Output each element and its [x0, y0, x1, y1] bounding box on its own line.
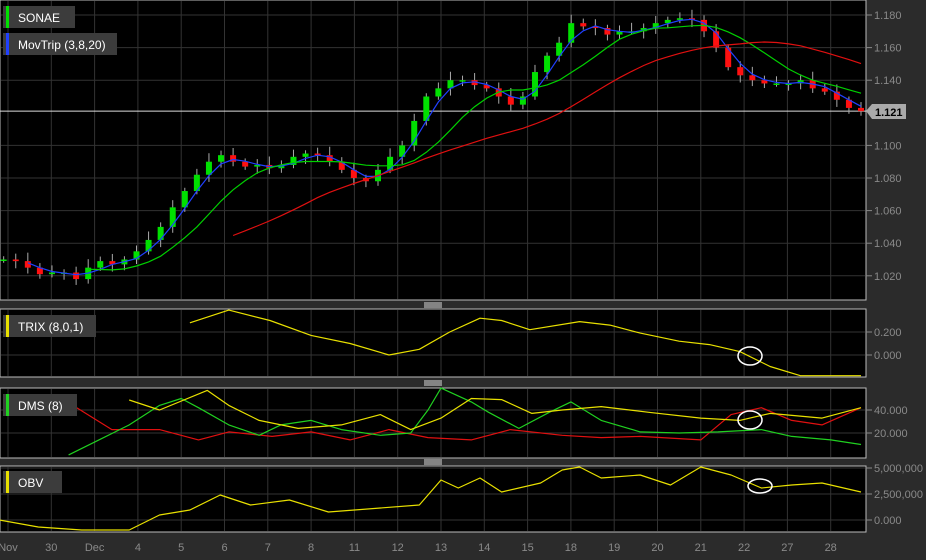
x-tick-label: 12: [392, 542, 404, 554]
y-tick-label: 1.140: [874, 75, 902, 87]
stock-chart[interactable]: 1.121 SONAE MovTrip (3,8,20) TRIX (8,0,1…: [0, 0, 926, 560]
y-tick-label: 0.000: [874, 515, 902, 527]
last-price-value: 1.121: [875, 107, 903, 119]
x-tick-label: 6: [221, 542, 227, 554]
x-tick-label: Nov: [0, 542, 18, 554]
last-price-label: 1.121: [866, 104, 906, 119]
price-panel[interactable]: [0, 0, 867, 301]
candle-body: [205, 161, 212, 175]
x-tick-label: 28: [825, 542, 837, 554]
dms-panel[interactable]: [0, 387, 867, 459]
y-tick-label: 1.100: [874, 140, 902, 152]
legend-ma[interactable]: MovTrip (3,8,20): [3, 33, 117, 55]
legend-price[interactable]: SONAE: [3, 6, 75, 28]
obv-panel[interactable]: [0, 465, 867, 533]
candle-body: [544, 55, 551, 73]
legend-obv-label: OBV: [18, 476, 43, 490]
x-tick-label: 30: [45, 542, 57, 554]
y-tick-label: 1.020: [874, 271, 902, 283]
candle-body: [12, 259, 19, 262]
legend-trix-label: TRIX (8,0,1): [18, 320, 83, 334]
candle-body: [97, 261, 104, 268]
candle-body: [580, 23, 587, 27]
trix-panel[interactable]: [0, 308, 867, 378]
x-tick-label: 13: [435, 542, 447, 554]
x-tick-label: 19: [608, 542, 620, 554]
y-tick-label: 1.180: [874, 10, 902, 22]
legend-dms[interactable]: DMS (8): [3, 394, 77, 416]
candle-body: [218, 155, 225, 162]
panel-resize-handle[interactable]: [424, 380, 442, 386]
candle-body: [749, 75, 756, 81]
panel-resize-handle[interactable]: [424, 459, 442, 465]
x-tick-label: 15: [521, 542, 533, 554]
y-tick-label: 1.040: [874, 238, 902, 250]
legend-obv[interactable]: OBV: [3, 471, 62, 493]
y-tick-label: 0.200: [874, 327, 902, 339]
candle-body: [242, 161, 249, 167]
candle-body: [302, 153, 309, 157]
y-tick-label: 1.080: [874, 173, 902, 185]
y-tick-label: 1.160: [874, 43, 902, 55]
y-tick-label: 5,000,000: [874, 463, 923, 475]
legend-price-label: SONAE: [18, 11, 60, 25]
x-tick-label: 22: [738, 542, 750, 554]
legend-dms-label: DMS (8): [18, 399, 63, 413]
candle-body: [0, 259, 7, 261]
y-tick-label: 1.060: [874, 206, 902, 218]
candle-body: [48, 272, 55, 275]
x-tick-label: 27: [781, 542, 793, 554]
x-tick-label: 8: [308, 542, 314, 554]
x-tick-label: 18: [565, 542, 577, 554]
y-tick-label: 40.000: [874, 405, 908, 417]
x-tick-label: Dec: [85, 542, 105, 554]
x-tick-label: 21: [695, 542, 707, 554]
x-tick-label: 14: [478, 542, 490, 554]
y-tick-label: 0.000: [874, 350, 902, 362]
candle-body: [507, 96, 514, 105]
candle-body: [157, 226, 164, 240]
candle-body: [737, 67, 744, 76]
candle-body: [858, 107, 865, 112]
x-tick-label: 20: [651, 542, 663, 554]
legend-ma-label: MovTrip (3,8,20): [18, 38, 106, 52]
candle-body: [773, 83, 780, 85]
candle-body: [459, 80, 466, 82]
candle-body: [821, 88, 828, 92]
x-tick-label: 4: [135, 542, 141, 554]
candle-body: [73, 272, 80, 280]
x-tick-label: 11: [349, 542, 360, 554]
candle-body: [435, 88, 442, 97]
candle-body: [24, 261, 31, 268]
y-tick-label: 2,500,000: [874, 489, 923, 501]
y-tick-label: 20.000: [874, 428, 908, 440]
legend-trix[interactable]: TRIX (8,0,1): [3, 315, 96, 337]
x-tick-label: 7: [265, 542, 271, 554]
x-tick-label: 5: [178, 542, 184, 554]
panel-resize-handle[interactable]: [423, 302, 443, 308]
